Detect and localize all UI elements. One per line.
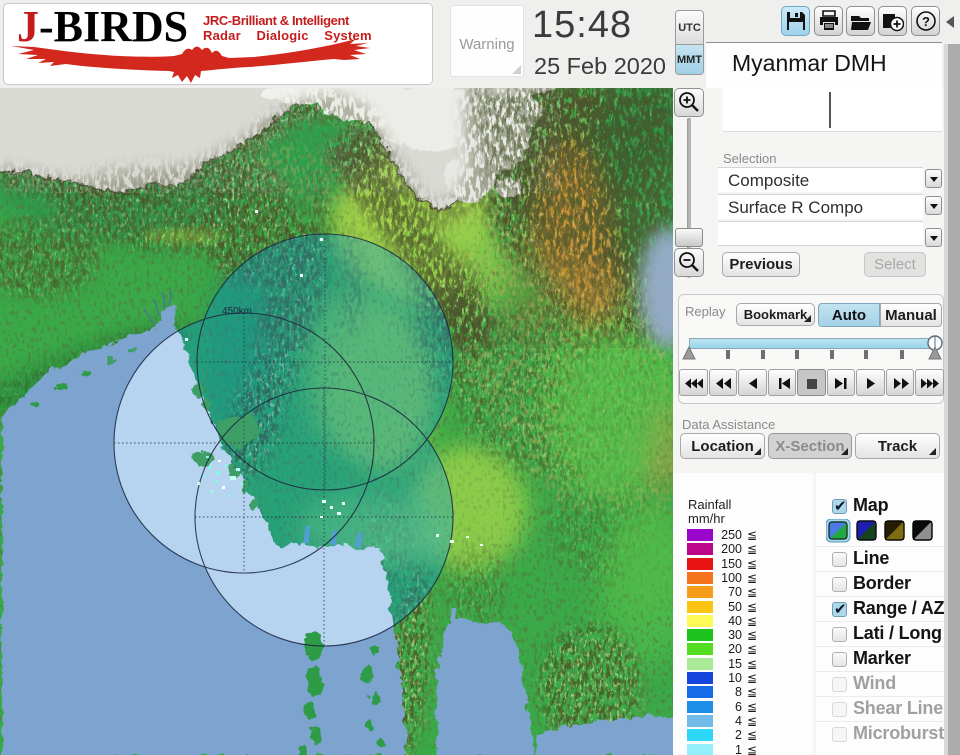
svg-text:450km: 450km <box>222 306 252 317</box>
svg-text:?: ? <box>922 14 930 29</box>
